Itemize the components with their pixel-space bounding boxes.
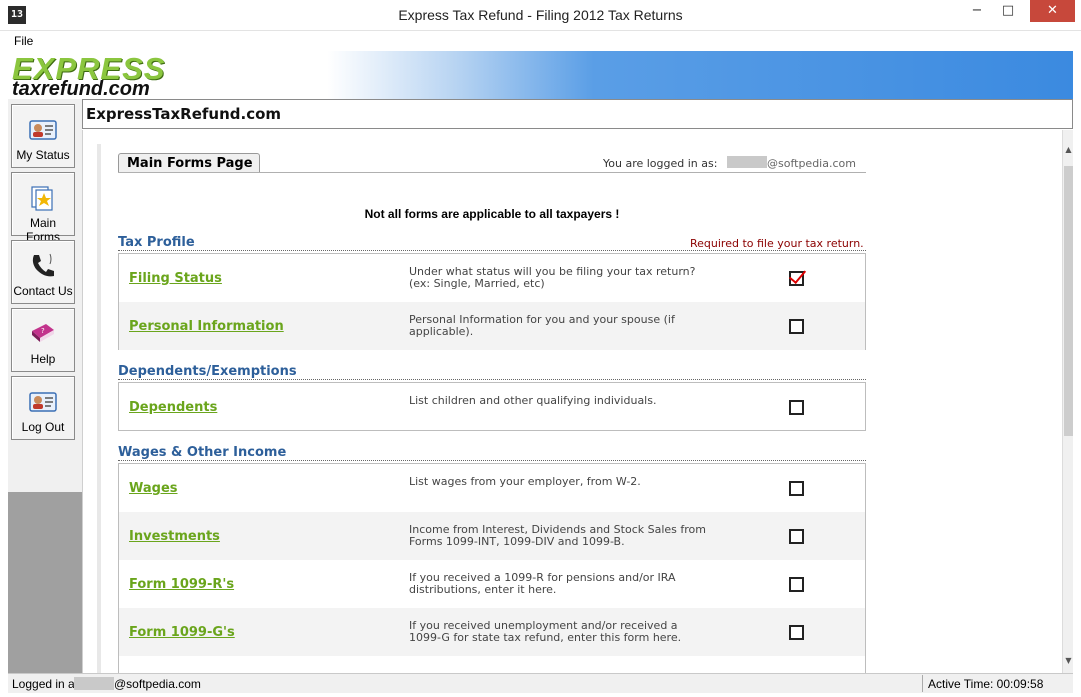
- window-frame-bottom: [0, 693, 1081, 697]
- form-group-wages: Wages List wages from your employer, fro…: [118, 463, 866, 678]
- section-title-dependents: Dependents/Exemptions: [118, 364, 297, 379]
- table-row: Personal Information Personal Informatio…: [119, 302, 865, 350]
- section-title-wages: Wages & Other Income: [118, 445, 287, 460]
- sidebar-item-label: My Status: [16, 148, 70, 162]
- link-investments[interactable]: Investments: [129, 529, 220, 544]
- page-title: ExpressTaxRefund.com: [86, 105, 282, 123]
- form-group-dependents: Dependents List children and other quali…: [118, 382, 866, 431]
- menu-file[interactable]: File: [14, 34, 33, 48]
- applicability-notice: Not all forms are applicable to all taxp…: [364, 207, 620, 221]
- checkbox-form-1099-r[interactable]: [789, 577, 804, 592]
- minimize-button[interactable]: −: [962, 0, 992, 22]
- redacted-username: [74, 677, 114, 690]
- menu-bar: File: [8, 31, 1073, 51]
- required-note: Required to file your tax return.: [690, 237, 864, 250]
- tab-main-forms-page[interactable]: Main Forms Page: [118, 153, 260, 173]
- row-description: Under what status will you be filing you…: [409, 265, 696, 290]
- table-row: Dependents List children and other quali…: [119, 383, 865, 431]
- status-bar: Logged in as @softpedia.com Active Time:…: [8, 673, 1073, 693]
- row-description: Personal Information for you and your sp…: [409, 313, 675, 338]
- id-card-icon: [29, 120, 57, 140]
- brand-banner: EXPRESS taxrefund.com: [8, 51, 1073, 100]
- window-frame-right: [1073, 31, 1081, 697]
- maximize-button[interactable]: □: [993, 0, 1023, 22]
- form-group-tax-profile: Filing Status Under what status will you…: [118, 253, 866, 350]
- status-email: @softpedia.com: [114, 677, 201, 691]
- link-dependents[interactable]: Dependents: [129, 400, 217, 415]
- scroll-down-icon[interactable]: ▼: [1064, 656, 1073, 665]
- sidebar-item-contact-us[interactable]: Contact Us: [11, 240, 75, 304]
- link-form-1099-r[interactable]: Form 1099-R's: [129, 577, 234, 592]
- help-book-icon: ?: [32, 324, 54, 342]
- checkbox-form-1099-g[interactable]: [789, 625, 804, 640]
- sidebar: My Status Main Forms Contact Us ? Help L…: [8, 99, 82, 492]
- sidebar-item-label: Contact Us: [13, 284, 73, 298]
- vertical-scrollbar[interactable]: ▲ ▼: [1062, 130, 1073, 673]
- scroll-up-icon[interactable]: ▲: [1064, 145, 1073, 154]
- sidebar-filler: [8, 492, 82, 673]
- logged-in-label: You are logged in as:: [603, 157, 718, 170]
- checkbox-investments[interactable]: [789, 529, 804, 544]
- checkbox-personal-information[interactable]: [789, 319, 804, 334]
- checkbox-filing-status[interactable]: [789, 271, 804, 286]
- close-button[interactable]: ✕: [1030, 0, 1075, 22]
- sidebar-item-log-out[interactable]: Log Out: [11, 376, 75, 440]
- redacted-username: [727, 156, 767, 168]
- link-personal-information[interactable]: Personal Information: [129, 319, 284, 334]
- row-description: Income from Interest, Dividends and Stoc…: [409, 523, 706, 548]
- sidebar-item-my-status[interactable]: My Status: [11, 104, 75, 168]
- svg-text:?: ?: [41, 327, 45, 335]
- scroll-thumb[interactable]: [1064, 166, 1073, 436]
- section-divider: [118, 460, 866, 461]
- window-frame-left: [0, 31, 8, 697]
- phone-icon: [32, 253, 54, 277]
- row-description: List wages from your employer, from W-2.: [409, 475, 641, 488]
- table-row: Form 1099-G's If you received unemployme…: [119, 608, 865, 656]
- window-title: Express Tax Refund - Filing 2012 Tax Ret…: [398, 7, 683, 23]
- page-header: ExpressTaxRefund.com: [82, 99, 1073, 129]
- sidebar-item-label: Help: [30, 352, 56, 366]
- row-description: If you received a 1099-R for pensions an…: [409, 571, 676, 596]
- link-wages[interactable]: Wages: [129, 481, 178, 496]
- active-time: Active Time: 00:09:58: [922, 675, 1072, 692]
- status-logged-in-label: Logged in as: [12, 677, 81, 691]
- logo-taxrefund: taxrefund.com: [12, 78, 150, 100]
- table-row: Filing Status Under what status will you…: [119, 254, 865, 302]
- row-description: List children and other qualifying indiv…: [409, 394, 657, 407]
- row-description: If you received unemployment and/or rece…: [409, 619, 682, 644]
- id-card-icon: [29, 392, 57, 412]
- forms-icon: [31, 186, 53, 211]
- title-bar: 13 Express Tax Refund - Filing 2012 Tax …: [0, 0, 1081, 31]
- checkbox-dependents[interactable]: [789, 400, 804, 415]
- section-divider: [118, 250, 866, 251]
- logged-in-email: @softpedia.com: [767, 157, 856, 170]
- table-row: Investments Income from Interest, Divide…: [119, 512, 865, 560]
- table-row: Wages List wages from your employer, fro…: [119, 464, 865, 512]
- checkbox-wages[interactable]: [789, 481, 804, 496]
- sidebar-item-help[interactable]: ? Help: [11, 308, 75, 372]
- link-filing-status[interactable]: Filing Status: [129, 271, 222, 286]
- tab-underline: [118, 172, 866, 173]
- sidebar-item-main-forms[interactable]: Main Forms: [11, 172, 75, 244]
- link-form-1099-g[interactable]: Form 1099-G's: [129, 625, 235, 640]
- sidebar-item-label: Log Out: [21, 420, 65, 434]
- section-title-tax-profile: Tax Profile: [118, 235, 195, 250]
- table-row: Form 1099-R's If you received a 1099-R f…: [119, 560, 865, 608]
- section-divider: [118, 379, 866, 380]
